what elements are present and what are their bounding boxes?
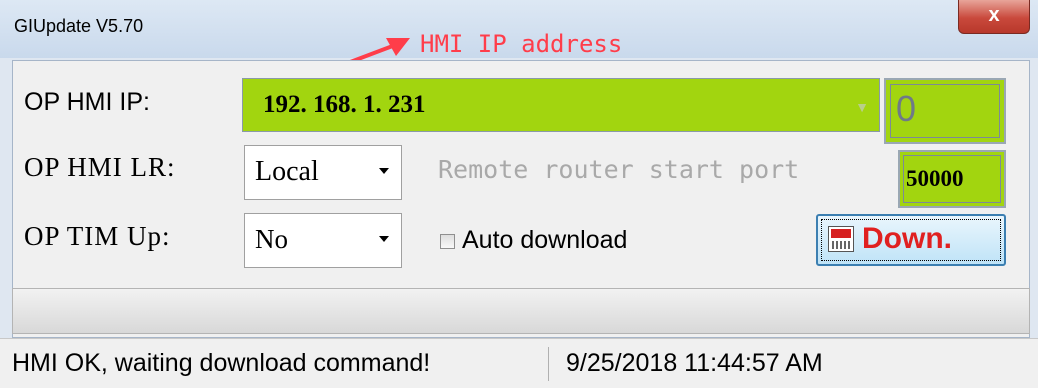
download-progress-bar (12, 288, 1030, 334)
remote-port-value: 50000 (906, 166, 964, 191)
remote-router-port-label: Remote router start port (438, 155, 800, 184)
auto-download-label[interactable]: Auto download (462, 226, 627, 255)
window-title: GIUpdate V5.70 (14, 16, 144, 36)
chevron-down-icon (379, 168, 389, 174)
download-button-label: Down. (862, 222, 952, 255)
ip-count-value: 0 (896, 88, 917, 129)
tim-up-selected: No (255, 224, 288, 254)
tim-up-select[interactable]: No (244, 213, 402, 268)
hmi-lr-selected: Local (255, 156, 319, 187)
status-timestamp: 9/25/2018 11:44:57 AM (566, 349, 823, 377)
annotation-label: HMI IP address (420, 30, 623, 58)
status-bar: HMI OK, waiting download command! 9/25/2… (0, 338, 1038, 388)
hmi-lr-select[interactable]: Local (244, 145, 402, 200)
hmi-ip-label: OP HMI IP: (24, 88, 150, 116)
download-icon (828, 226, 854, 252)
close-button[interactable]: x (958, 0, 1030, 34)
tim-up-label: OP TIM Up: (24, 221, 171, 251)
hmi-lr-label: OP HMI LR: (24, 152, 176, 182)
app-window: GIUpdate V5.70 x HMI IP address OP HMI I… (0, 0, 1038, 388)
chevron-down-icon: ▼ (855, 99, 869, 115)
ip-count-field[interactable]: 0 (884, 78, 1006, 144)
download-button[interactable]: Down. (816, 214, 1006, 266)
status-message: HMI OK, waiting download command! (12, 349, 431, 377)
remote-port-field[interactable]: 50000 (898, 150, 1006, 208)
hmi-ip-value: 192. 168. 1. 231 (263, 91, 426, 118)
chevron-down-icon (379, 236, 389, 242)
auto-download-checkbox[interactable] (440, 234, 455, 249)
status-divider (548, 347, 549, 381)
hmi-ip-combobox[interactable]: 192. 168. 1. 231 ▼ (242, 78, 880, 132)
